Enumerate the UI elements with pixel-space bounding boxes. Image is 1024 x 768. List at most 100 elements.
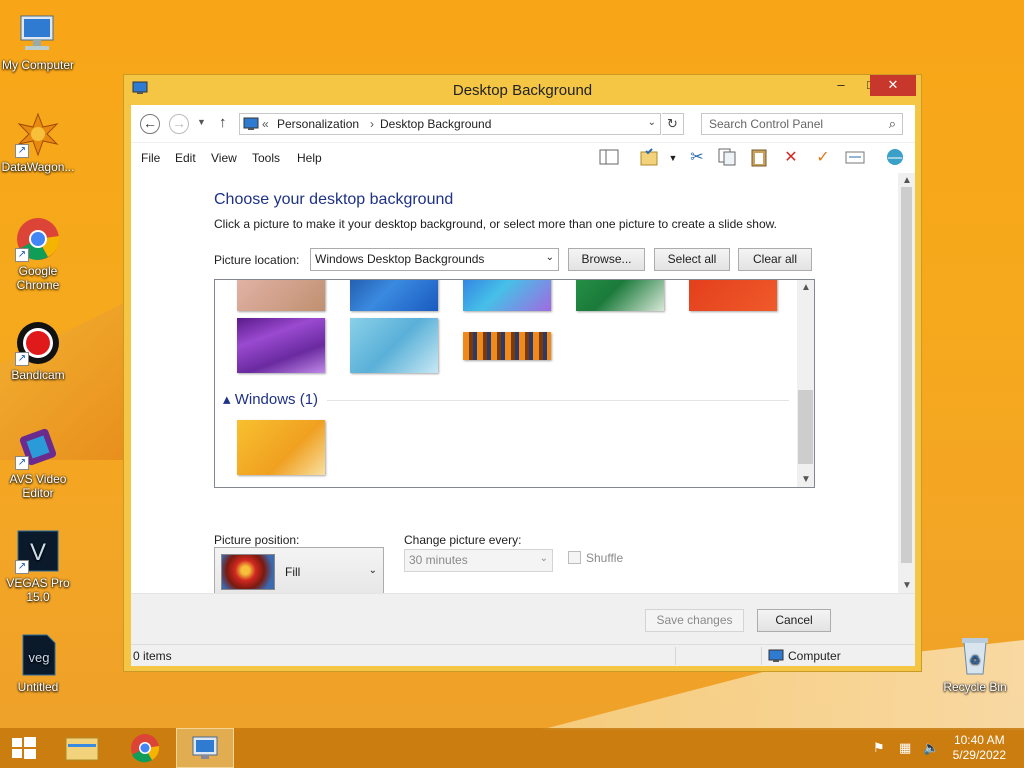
scroll-down-icon[interactable]: ▼ (801, 474, 811, 485)
desktop-icon-label: My Computer (1, 58, 75, 72)
refresh-button[interactable]: ↻ (662, 113, 684, 135)
film-reel-icon: ↗ (15, 424, 61, 470)
svg-text:veg: veg (29, 650, 50, 665)
scrollbar-thumb[interactable] (901, 187, 912, 563)
menu-view[interactable]: View (211, 151, 237, 165)
start-button[interactable] (0, 728, 58, 768)
desktop-icon-avs-video-editor[interactable]: ↗ AVS Video Editor (0, 424, 76, 500)
options-dropdown-icon[interactable]: ▼ (661, 147, 685, 169)
page-scrollbar[interactable]: ▲ ▼ (898, 173, 915, 593)
navigation-bar: ← → ▼ ↑ « Personalization › Desktop Back… (131, 105, 915, 143)
title-bar[interactable]: Desktop Background – □ ✕ (124, 75, 921, 105)
group-header-windows[interactable]: ▴ Windows (1) (223, 390, 318, 408)
address-bar[interactable]: « Personalization › Desktop Background ⌄ (239, 113, 661, 135)
shuffle-checkbox[interactable] (568, 551, 581, 564)
breadcrumb-separator[interactable]: › (370, 117, 374, 131)
change-picture-select[interactable]: 30 minutes ⌄ (404, 549, 553, 572)
desktop-icon-untitled[interactable]: veg Untitled (0, 632, 76, 694)
close-button[interactable]: ✕ (870, 75, 916, 96)
address-dropdown-icon[interactable]: ⌄ (648, 117, 656, 128)
delete-icon[interactable]: ✕ (779, 147, 803, 169)
desktop-icon-bandicam[interactable]: ↗ Bandicam (0, 320, 76, 382)
wallpaper-thumbnail[interactable] (237, 318, 325, 373)
save-changes-button[interactable]: Save changes (645, 609, 744, 632)
wallpaper-thumbnail[interactable] (350, 280, 438, 311)
shuffle-label: Shuffle (586, 551, 624, 565)
picture-location-value: Windows Desktop Backgrounds (315, 252, 485, 266)
menu-tools[interactable]: Tools (252, 151, 280, 165)
taskbar-control-panel[interactable] (176, 728, 234, 768)
breadcrumb-desktop-background[interactable]: Desktop Background (380, 117, 491, 131)
properties-icon[interactable] (843, 147, 867, 169)
apply-checkmark-icon[interactable]: ✓ (811, 147, 835, 169)
wallpaper-thumbnail[interactable] (463, 280, 551, 311)
scroll-up-icon[interactable]: ▲ (902, 175, 912, 186)
picture-position-select[interactable]: Fill ⌄ (214, 547, 384, 597)
up-button[interactable]: ↑ (219, 114, 227, 131)
taskbar-file-explorer[interactable] (54, 728, 112, 768)
forward-button[interactable]: → (169, 114, 189, 134)
cut-icon[interactable]: ✂ (685, 147, 709, 169)
group-label: Windows (1) (234, 391, 319, 408)
globe-icon[interactable] (883, 147, 907, 169)
chrome-icon (131, 734, 160, 763)
scroll-up-icon[interactable]: ▲ (801, 282, 811, 293)
picture-location-select[interactable]: Windows Desktop Backgrounds ⌄ (310, 248, 559, 271)
wallpaper-thumbnail[interactable] (350, 318, 438, 373)
wallpaper-thumbnail[interactable] (463, 332, 551, 360)
desktop-icon-label: Untitled (17, 680, 59, 694)
shortcut-arrow-icon: ↗ (15, 352, 29, 366)
system-clock[interactable]: 10:40 AM 5/29/2022 (953, 733, 1006, 763)
copy-icon[interactable] (715, 147, 739, 169)
clock-date: 5/29/2022 (952, 748, 1006, 762)
breadcrumb-personalization[interactable]: Personalization (277, 117, 359, 131)
browse-button[interactable]: Browse... (568, 248, 645, 271)
menu-edit[interactable]: Edit (175, 151, 196, 165)
desktop-icon-recycle-bin[interactable]: ♻ Recycle Bin (937, 632, 1013, 694)
select-all-button[interactable]: Select all (654, 248, 730, 271)
desktop-icon-google-chrome[interactable]: ↗ Google Chrome (0, 216, 76, 292)
page-title: Choose your desktop background (214, 191, 454, 208)
search-input[interactable] (702, 114, 872, 134)
desktop-icon-vegas-pro[interactable]: V ↗ VEGAS Pro 15.0 (0, 528, 76, 604)
taskbar-chrome[interactable] (116, 728, 174, 768)
volume-muted-icon[interactable]: 🔈 (923, 740, 939, 756)
desktop-icon-label: VEGAS Pro 15.0 (6, 576, 70, 604)
windows-logo-icon (12, 737, 36, 759)
wallpaper-thumbnail[interactable] (689, 280, 777, 311)
desktop-icon-label: Google Chrome (16, 264, 60, 292)
status-divider (761, 647, 762, 665)
menu-file[interactable]: File (141, 151, 160, 165)
breadcrumb-overflow[interactable]: « (262, 117, 269, 131)
action-center-flag-icon[interactable]: ⚑ (873, 740, 885, 756)
status-divider (675, 647, 676, 665)
wallpaper-thumbnail[interactable] (237, 420, 325, 475)
network-icon[interactable]: ▦ (899, 740, 911, 756)
back-button[interactable]: ← (140, 114, 160, 134)
menu-help[interactable]: Help (297, 151, 322, 165)
wallpaper-thumbnail[interactable] (576, 280, 664, 311)
gallery-scrollbar[interactable]: ▲ ▼ (797, 280, 814, 487)
layout-pane-icon[interactable] (597, 147, 621, 169)
folder-icon (65, 737, 99, 761)
paste-icon[interactable] (747, 147, 771, 169)
clear-all-button[interactable]: Clear all (738, 248, 812, 271)
scroll-down-icon[interactable]: ▼ (902, 580, 912, 591)
control-panel-icon (243, 117, 259, 130)
picture-position-value: Fill (285, 565, 301, 579)
status-bar: 0 items Computer (131, 644, 915, 666)
scrollbar-thumb[interactable] (798, 390, 813, 464)
folder-checklist-icon[interactable] (637, 147, 661, 169)
cancel-button[interactable]: Cancel (757, 609, 831, 632)
taskbar: ⚑ ▦ 🔈 10:40 AM 5/29/2022 (0, 728, 1024, 768)
desktop-icon-datawagon[interactable]: ↗ DataWagon... (0, 112, 76, 174)
desktop-icon-my-computer[interactable]: My Computer (0, 10, 76, 72)
shortcut-arrow-icon: ↗ (15, 560, 29, 574)
minimize-button[interactable]: – (826, 75, 856, 96)
picture-position-label: Picture position: (214, 533, 300, 547)
search-icon[interactable]: ⌕ (889, 116, 896, 132)
recent-pages-dropdown[interactable]: ▼ (197, 117, 206, 127)
search-box[interactable]: ⌕ (701, 113, 903, 135)
computer-icon (15, 10, 61, 56)
wallpaper-thumbnail[interactable] (237, 280, 325, 311)
